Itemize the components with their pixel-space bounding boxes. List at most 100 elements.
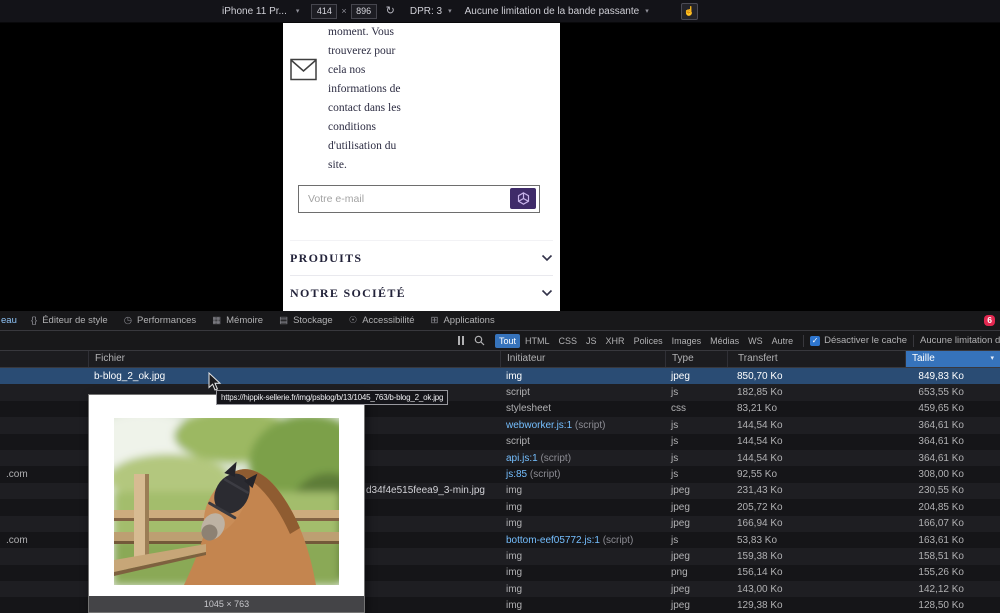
devtools-tab-bar: eau {} Éditeur de style ◷ Performances ▦… (0, 311, 1000, 331)
network-filter-html[interactable]: HTML (521, 334, 554, 348)
cell-size: 653,55 Ko (918, 387, 964, 399)
viewport-width-input[interactable] (311, 3, 338, 19)
devtools-tab-performances[interactable]: ◷ Performances (116, 311, 204, 330)
network-filter-médias[interactable]: Médias (706, 334, 743, 348)
disable-cache-checkbox[interactable]: ✓ (810, 335, 821, 346)
cell-transfer: 205,72 Ko (737, 501, 783, 513)
cell-initiator: img (506, 518, 523, 530)
rdm-throttling-selector[interactable]: Aucune limitation de la bande passante ▾ (465, 6, 649, 17)
network-filter-polices[interactable]: Polices (630, 334, 667, 348)
email-input[interactable] (299, 186, 539, 212)
screen: iPhone 11 Pr... ▾ × ↻ DPR: 3 ▾ Aucune li… (0, 0, 1000, 613)
rdm-toolbar: iPhone 11 Pr... ▾ × ↻ DPR: 3 ▾ Aucune li… (0, 0, 1000, 23)
footer-accordion-produits[interactable]: PRODUITS (290, 240, 553, 275)
devtools-tab-applications[interactable]: ⊞ Applications (423, 311, 503, 330)
cell-transfer: 143,00 Ko (737, 583, 783, 595)
cell-size: 364,61 Ko (918, 419, 964, 431)
viewport-dimensions: × (311, 3, 377, 19)
cell-initiator: script (506, 387, 530, 399)
url-tooltip: https://hippik-sellerie.fr/img/psblog/b/… (216, 390, 449, 405)
cell-type: jpeg (671, 600, 690, 612)
cell-size: 459,65 Ko (918, 403, 964, 415)
chevron-down-icon (541, 254, 553, 262)
dpr-selector[interactable]: DPR: 3 ▾ (410, 6, 452, 17)
cell-transfer: 129,38 Ko (737, 600, 783, 612)
column-header-domain[interactable] (0, 351, 88, 367)
cell-type: js (671, 436, 679, 448)
cell-size: 364,61 Ko (918, 436, 964, 448)
cell-transfer: 53,83 Ko (737, 534, 778, 546)
network-filter-ws[interactable]: WS (744, 334, 767, 348)
viewport-height-input[interactable] (350, 3, 377, 19)
rotate-viewport-button[interactable]: ↻ (386, 5, 395, 17)
paragraph-line: d'utilisation du (328, 140, 397, 152)
column-header-type[interactable]: Type (665, 351, 727, 367)
paragraph-line: cela nos (328, 64, 366, 76)
cell-type: js (671, 387, 679, 399)
network-filter-js[interactable]: JS (582, 334, 601, 348)
cell-initiator: img (506, 370, 523, 382)
column-header-transfer[interactable]: Transfert (727, 351, 905, 367)
devtools-tab-stockage[interactable]: ▤ Stockage (271, 311, 341, 330)
column-header-file[interactable]: Fichier (88, 351, 500, 367)
network-filter-tout[interactable]: Tout (495, 333, 521, 348)
cell-transfer: 166,94 Ko (737, 518, 783, 530)
devtools-tab-accessibilit-[interactable]: ☉ Accessibilité (341, 311, 423, 330)
cell-transfer: 83,21 Ko (737, 403, 778, 415)
cell-size: 308,00 Ko (918, 469, 964, 481)
devtools-tab-m-moire[interactable]: ▦ Mémoire (204, 311, 271, 330)
network-throttling-selector[interactable]: Aucune limitation de la bande ▾ (920, 335, 1000, 346)
newsletter-form (298, 185, 540, 213)
device-selector[interactable]: iPhone 11 Pr... ▾ (222, 6, 299, 17)
site-paragraph: moment. Vous trouverez pour cela nos inform… (328, 23, 401, 175)
search-icon[interactable] (474, 335, 485, 346)
chevron-down-icon: ▾ (645, 8, 649, 15)
newsletter-submit-button[interactable] (510, 188, 536, 209)
cell-initiator: img (506, 485, 523, 497)
cell-transfer: 144,54 Ko (737, 419, 783, 431)
cell-initiator: bottom-eef05772.js:1 (script) (506, 534, 634, 546)
touch-simulation-button[interactable]: ☝ (680, 2, 698, 20)
cell-transfer: 92,55 Ko (737, 469, 778, 481)
cell-type: png (671, 567, 688, 579)
error-count-badge[interactable]: 6 (984, 315, 995, 326)
paragraph-line: conditions (328, 121, 376, 133)
cell-type: css (671, 403, 686, 415)
cell-size: 230,55 Ko (918, 485, 964, 497)
footer-accordion-notre-soci-t-[interactable]: NOTRE SOCIÉTÉ (290, 275, 553, 310)
cell-transfer: 144,54 Ko (737, 452, 783, 464)
network-table-header: Fichier Initiateur Type Transfert Taille… (0, 351, 1000, 368)
network-toolbar: Tout HTML CSS JS XHR Polices Images Médias WS Aut… (0, 331, 1000, 351)
style-editor-icon: {} (30, 315, 38, 326)
disable-cache-label[interactable]: Désactiver le cache (824, 335, 907, 346)
cell-size: 364,61 Ko (918, 452, 964, 464)
column-header-initiator[interactable]: Initiateur (500, 351, 665, 367)
chevron-down-icon: ▾ (448, 8, 452, 15)
paragraph-line: informations de (328, 83, 401, 95)
network-filter-autre[interactable]: Autre (768, 334, 798, 348)
cell-size: 158,51 Ko (918, 550, 964, 562)
cell-type: jpeg (671, 370, 690, 382)
accessibility-icon: ☉ (348, 315, 358, 326)
cell-initiator: img (506, 501, 523, 513)
dpr-label: DPR: 3 (409, 5, 443, 17)
cell-initiator: img (506, 567, 523, 579)
cell-domain: .com (6, 534, 28, 546)
network-throttling-label: Aucune limitation de la bande (920, 335, 1000, 346)
image-preview-popup: 1045 × 763 (88, 394, 365, 613)
request-type-filters: Tout HTML CSS JS XHR Polices Images Médias WS Aut… (495, 333, 798, 348)
cell-initiator: stylesheet (506, 403, 552, 415)
cell-transfer: 231,43 Ko (737, 485, 783, 497)
network-filter-xhr[interactable]: XHR (602, 334, 629, 348)
cell-transfer: 182,85 Ko (737, 387, 783, 399)
network-filter-css[interactable]: CSS (555, 334, 582, 348)
pause-traffic-icon[interactable] (458, 336, 464, 345)
cell-initiator: api.js:1 (script) (506, 452, 572, 464)
network-request-row[interactable]: b-blog_2_ok.jpg img jpeg 850,70 Ko 849,8… (0, 368, 1000, 385)
rdm-throttling-label: Aucune limitation de la bande passante (464, 5, 640, 17)
devtools-tab--diteur-de-style[interactable]: {} Éditeur de style (23, 311, 116, 330)
network-filter-images[interactable]: Images (668, 334, 706, 348)
devtools-tab-eau[interactable]: eau (0, 311, 23, 330)
toolbar-separator (803, 334, 805, 347)
column-header-size[interactable]: Taille ▾ (905, 351, 1000, 367)
